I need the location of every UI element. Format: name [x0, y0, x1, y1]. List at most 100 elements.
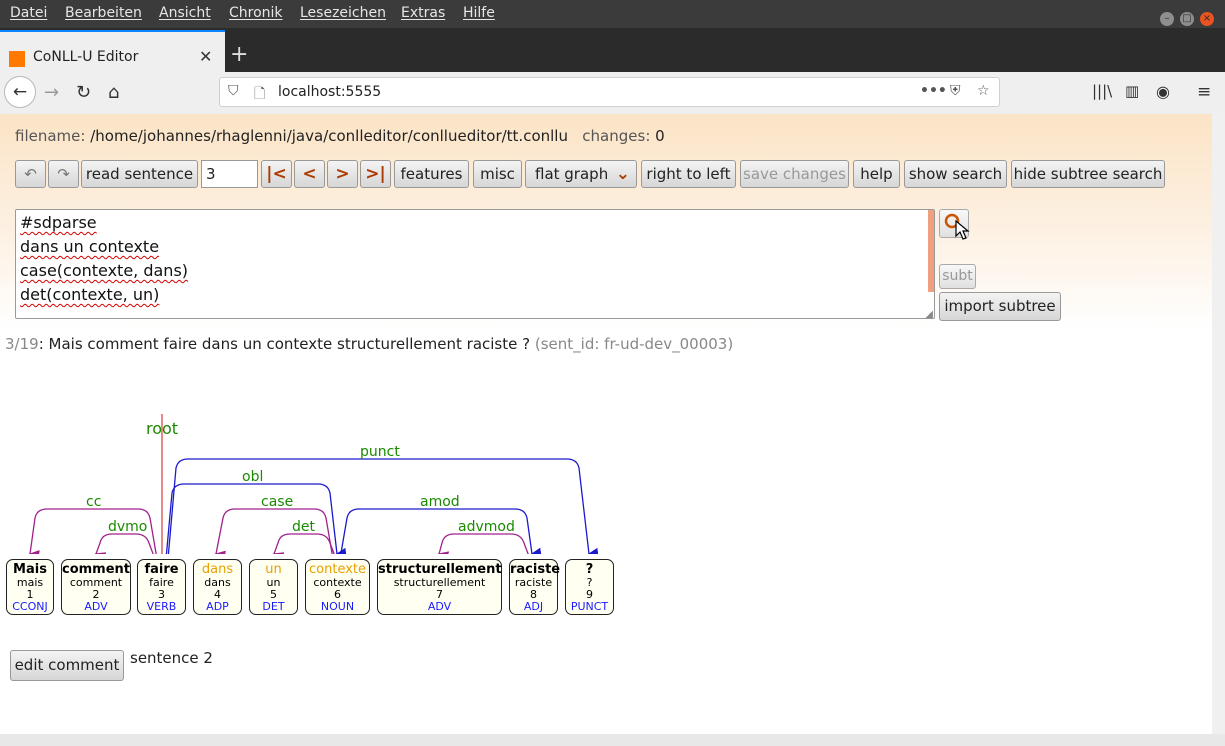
subt-button[interactable]: subt	[939, 264, 976, 289]
token-3[interactable]: faire faire 3 VERB	[137, 559, 186, 615]
token-form: Mais	[13, 562, 47, 577]
browser-tab[interactable]: CoNLL-U Editor ✕	[0, 30, 225, 72]
page-content: filename: /home/johannes/rhaglenni/java/…	[0, 114, 1212, 734]
arc-label-punct: punct	[360, 444, 400, 460]
new-tab-icon[interactable]: +	[230, 42, 248, 67]
graph-mode-select[interactable]: flat graph ⌄	[525, 160, 637, 188]
token-upos: CCONJ	[12, 600, 48, 613]
token-7[interactable]: structurellement structurellement 7 ADV	[377, 559, 502, 615]
page-scrollbar[interactable]	[1212, 114, 1225, 734]
changes-value: 0	[655, 127, 665, 145]
page-actions-icon[interactable]: •••	[920, 83, 947, 99]
url-bar[interactable]: ⛉ 🗋 localhost:5555 ••• ⛨ ☆	[219, 77, 1000, 107]
account-icon[interactable]: ◉	[1156, 82, 1170, 101]
token-2[interactable]: comment comment 2 ADV	[61, 559, 131, 615]
redo-button[interactable]: ↷	[48, 160, 79, 188]
editor-line-1: #sdparse	[20, 213, 97, 232]
token-upos: ADV	[427, 600, 452, 613]
close-tab-icon[interactable]: ✕	[199, 47, 212, 66]
editor-header: filename: /home/johannes/rhaglenni/java/…	[0, 114, 1212, 329]
menu-datei[interactable]: Datei	[10, 5, 47, 21]
dependency-arcs: root punct obl amod cc case dvmo det adv	[28, 414, 599, 554]
sentence-counter: 3/19	[5, 335, 39, 353]
reload-icon[interactable]: ↻	[76, 82, 91, 103]
arc-case	[214, 508, 333, 554]
library-icon[interactable]: |||\	[1092, 82, 1112, 100]
next-sentence-button[interactable]: >	[327, 160, 358, 188]
url-text[interactable]: localhost:5555	[278, 84, 381, 100]
menu-lesezeichen[interactable]: Lesezeichen	[300, 5, 386, 21]
arc-label-case: case	[261, 494, 293, 510]
arc-det	[272, 533, 335, 554]
first-sentence-button[interactable]: |<	[261, 160, 292, 188]
textarea-scrollbar[interactable]	[928, 210, 934, 292]
token-form: un	[265, 562, 282, 577]
hide-subtree-search-button[interactable]: hide subtree search	[1011, 160, 1165, 188]
token-upos: VERB	[146, 600, 177, 613]
help-button[interactable]: help	[853, 160, 900, 188]
sentence-comment-text: sentence 2	[130, 649, 213, 667]
subtree-textarea[interactable]: #sdparse dans un contexte case(contexte,…	[15, 209, 935, 320]
arc-dvmo	[94, 533, 154, 554]
token-1[interactable]: Mais mais 1 CCONJ	[6, 559, 54, 615]
page-icon: 🗋	[254, 86, 266, 102]
menu-hilfe[interactable]: Hilfe	[463, 5, 495, 21]
orange-favicon-icon	[9, 51, 25, 67]
edit-comment-button[interactable]: edit comment	[10, 650, 124, 681]
features-button[interactable]: features	[394, 160, 469, 188]
close-window-icon[interactable]: ×	[1200, 12, 1214, 26]
import-subtree-button[interactable]: import subtree	[939, 292, 1061, 321]
token-form: ?	[585, 562, 594, 577]
chevron-down-icon: ⌄	[615, 164, 630, 184]
read-sentence-button[interactable]: read sentence	[81, 160, 198, 188]
menu-chronik[interactable]: Chronik	[229, 5, 283, 21]
shield-icon[interactable]: ⛉	[228, 83, 239, 99]
tab-title: CoNLL-U Editor	[33, 49, 139, 65]
token-form: comment	[62, 562, 131, 577]
token-form: structurellement	[378, 562, 502, 577]
graph-mode-value: flat graph	[535, 165, 609, 183]
arc-label-amod: amod	[420, 494, 460, 510]
last-sentence-button[interactable]: >|	[360, 160, 391, 188]
home-icon[interactable]: ⌂	[108, 82, 119, 103]
menu-bar: Datei Bearbeiten Ansicht Chronik Lesezei…	[0, 0, 1225, 28]
pocket-icon[interactable]: ⛨	[950, 83, 961, 99]
arc-label-cc: cc	[86, 494, 101, 510]
token-4[interactable]: dans dans 4 ADP	[193, 559, 242, 615]
sentence-line: 3/19: Mais comment faire dans un context…	[5, 335, 734, 353]
back-icon[interactable]: ←	[4, 76, 36, 108]
minimize-window-icon[interactable]: –	[1160, 12, 1174, 26]
hamburger-menu-icon[interactable]: ≡	[1197, 82, 1211, 102]
token-8[interactable]: raciste raciste 8 ADJ	[509, 559, 561, 615]
tab-strip: CoNLL-U Editor ✕ +	[0, 28, 1225, 72]
sentence-number-input[interactable]: 3	[201, 160, 258, 188]
token-upos: PUNCT	[570, 600, 609, 613]
menu-extras[interactable]: Extras	[401, 5, 445, 21]
bookmark-star-icon[interactable]: ☆	[977, 83, 990, 99]
undo-button[interactable]: ↶	[15, 160, 46, 188]
sentence-text: Mais comment faire dans un contexte stru…	[48, 335, 531, 353]
navigation-bar: ← → ↻ ⌂ ⛉ 🗋 localhost:5555 ••• ⛨ ☆ |||\ …	[0, 72, 1225, 115]
previous-sentence-button[interactable]: <	[294, 160, 325, 188]
menu-bearbeiten[interactable]: Bearbeiten	[65, 5, 142, 21]
token-form: faire	[144, 562, 179, 577]
maximize-window-icon[interactable]: □	[1180, 12, 1194, 26]
token-upos: ADP	[206, 600, 229, 613]
token-upos: ADV	[84, 600, 108, 613]
token-form: contexte	[309, 562, 366, 577]
forward-icon[interactable]: →	[44, 82, 59, 103]
token-5[interactable]: un un 5 DET	[249, 559, 298, 615]
resize-grip-icon[interactable]: ◢	[925, 309, 933, 320]
token-6[interactable]: contexte contexte 6 NOUN	[305, 559, 370, 615]
token-9[interactable]: ? ? 9 PUNCT	[565, 559, 614, 615]
arc-label-advmod: advmod	[458, 519, 515, 535]
sidebar-icon[interactable]: ▥	[1125, 82, 1139, 100]
arc-advmod	[437, 533, 529, 554]
save-changes-button[interactable]: save changes	[740, 160, 849, 188]
arc-label-det: det	[292, 519, 316, 535]
menu-ansicht[interactable]: Ansicht	[159, 5, 211, 21]
show-search-button[interactable]: show search	[904, 160, 1007, 188]
misc-button[interactable]: misc	[473, 160, 522, 188]
right-to-left-button[interactable]: right to left	[641, 160, 736, 188]
token-form: raciste	[510, 562, 561, 577]
